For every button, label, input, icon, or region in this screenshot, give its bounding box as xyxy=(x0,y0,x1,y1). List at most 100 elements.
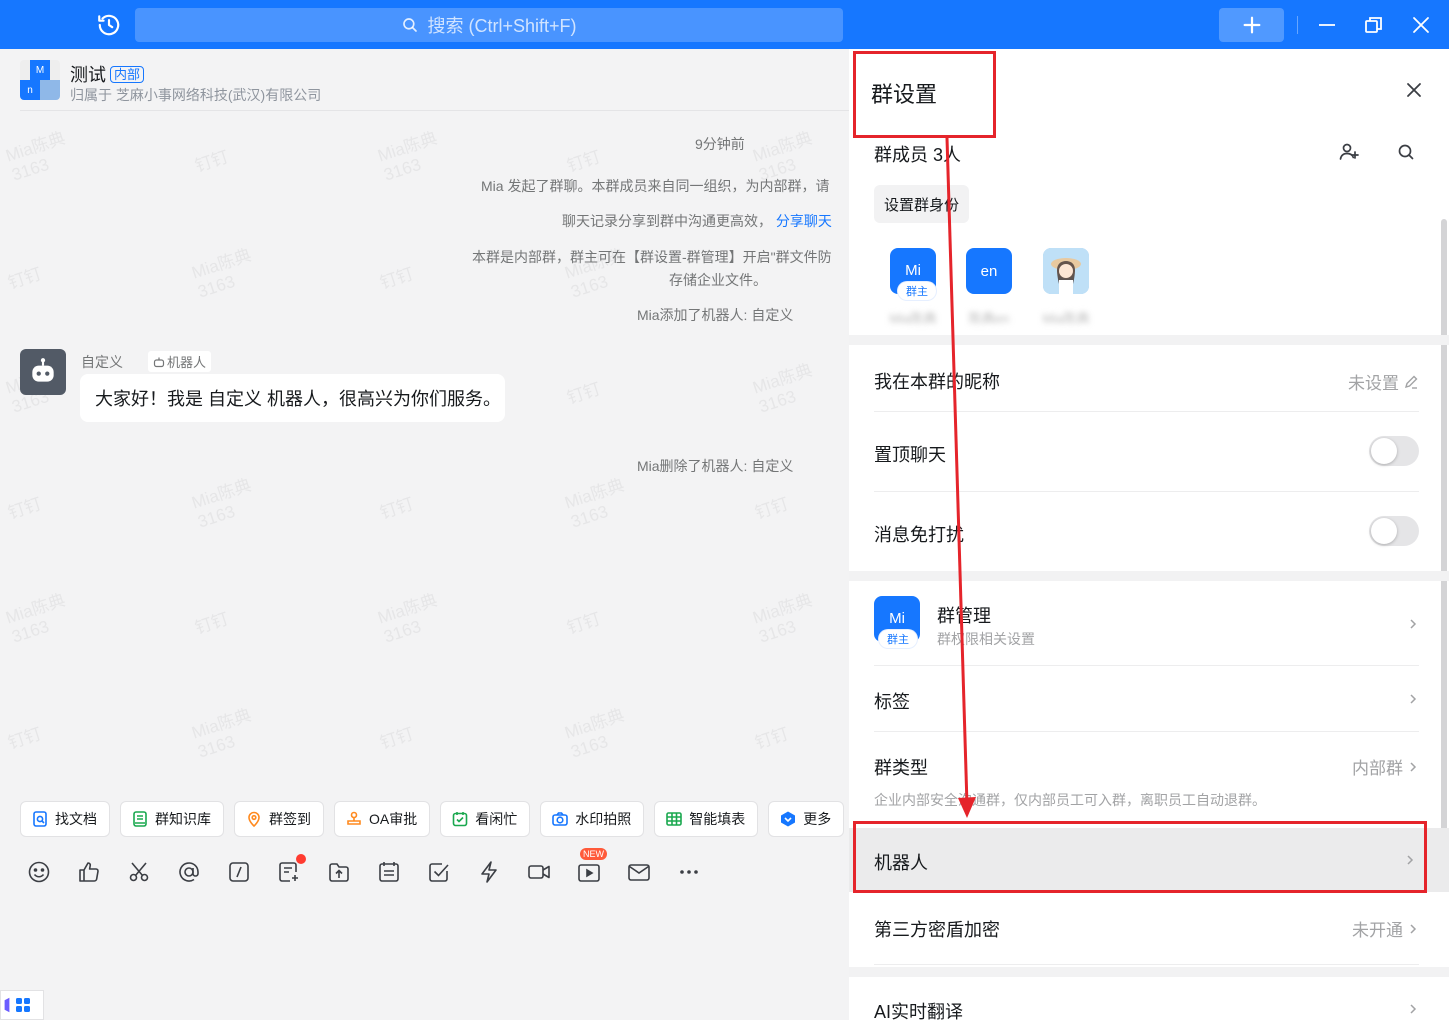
divider xyxy=(1297,16,1298,34)
close-window-icon[interactable] xyxy=(1410,14,1432,36)
approval-icon xyxy=(347,811,361,825)
watermark: 钉钉 xyxy=(377,264,416,293)
system-message: Mia删除了机器人: 自定义 xyxy=(637,458,794,474)
encrypt-value: 未开通 xyxy=(1352,921,1403,940)
quick-find-doc-button[interactable]: 找文档 xyxy=(20,801,110,837)
bot-avatar[interactable] xyxy=(20,349,66,395)
share-chat-link[interactable]: 分享聊天 xyxy=(776,213,832,229)
upload-file-icon[interactable] xyxy=(326,859,352,885)
scissors-icon[interactable] xyxy=(126,859,152,885)
search-placeholder: 搜索 (Ctrl+Shift+F) xyxy=(427,16,577,36)
minimize-icon[interactable] xyxy=(1316,14,1338,36)
knowledge-icon xyxy=(133,811,147,827)
watermark-text: 3163 xyxy=(568,271,611,302)
manage-desc: 群权限相关设置 xyxy=(937,631,1035,647)
mention-icon[interactable] xyxy=(176,859,202,885)
watermark-text: Mia陈典 xyxy=(189,475,254,513)
divider xyxy=(874,665,1419,666)
watermark: Mia陈典3163 xyxy=(3,590,74,647)
restore-icon[interactable] xyxy=(1363,14,1385,36)
member-name: Mia陈典 xyxy=(889,311,937,326)
watermark-text: Mia陈典 xyxy=(750,360,815,398)
watermark: 钉钉 xyxy=(5,494,44,523)
quick-smart-form-button[interactable]: 智能填表 xyxy=(654,801,759,837)
system-message: Mia添加了机器人: 自定义 xyxy=(637,307,794,323)
watermark-text: 3163 xyxy=(195,501,238,532)
chat-org: 归属于 芝麻小事网络科技(武汉)有限公司 xyxy=(70,87,322,103)
scrollbar[interactable] xyxy=(1441,219,1447,857)
group-manage-row[interactable]: Mi 群主 群管理 群权限相关设置 xyxy=(874,596,1419,654)
quick-actions: 找文档 群知识库 群签到 OA审批 看闲忙 水印拍照 智能填表 更多 xyxy=(20,801,845,837)
add-doc-icon[interactable] xyxy=(276,854,306,885)
quick-watermark-photo-button[interactable]: 水印拍照 xyxy=(540,801,645,837)
watermark: 钉钉 xyxy=(192,609,231,638)
chat-area: Mia陈典 3163 Mia陈典 3163 Mia陈典 3163 Mia陈典 3163 … xyxy=(0,49,849,1020)
quick-checkin-button[interactable]: 群签到 xyxy=(234,801,324,837)
search-member-icon[interactable] xyxy=(1395,141,1417,163)
quick-label: 群签到 xyxy=(269,811,311,827)
watermark-text: 3163 xyxy=(381,154,424,185)
live-icon[interactable]: NEW xyxy=(576,848,607,885)
task-icon[interactable] xyxy=(426,859,452,885)
member-item[interactable]: en 陈典en xyxy=(966,248,1012,326)
doc-search-icon xyxy=(33,811,47,827)
group-type-row[interactable]: 群类型 内部群 xyxy=(874,754,1419,780)
edit-icon[interactable] xyxy=(1403,374,1419,390)
quick-more-button[interactable]: 更多 xyxy=(768,801,845,837)
robot-row[interactable]: 机器人 xyxy=(849,828,1449,892)
workbench-shortcut[interactable] xyxy=(0,990,44,1020)
group-avatar[interactable]: M n xyxy=(20,60,60,100)
set-role-button[interactable]: 设置群身份 xyxy=(874,185,970,223)
ai-translate-row[interactable]: AI实时翻译 xyxy=(874,998,1419,1020)
bot-tag-label: 机器人 xyxy=(167,355,207,370)
add-member-icon[interactable] xyxy=(1338,141,1360,163)
emoji-icon[interactable] xyxy=(26,859,52,885)
title-bar: 搜索 (Ctrl+Shift+F) xyxy=(0,0,1449,49)
chat-title[interactable]: 测试 内部 xyxy=(70,61,145,87)
camera-icon xyxy=(552,812,569,826)
slash-command-icon[interactable] xyxy=(226,859,252,885)
tags-row[interactable]: 标签 xyxy=(874,688,1419,714)
section-divider xyxy=(849,967,1449,977)
quick-knowledge-button[interactable]: 群知识库 xyxy=(120,801,224,837)
chat-header: M n 测试 内部 归属于 芝麻小事网络科技(武汉)有限公司 xyxy=(20,59,849,111)
message-bubble[interactable]: 大家好！我是 自定义 机器人，很高兴为你们服务。 xyxy=(80,374,505,422)
global-search-input[interactable]: 搜索 (Ctrl+Shift+F) xyxy=(135,8,843,42)
thumbs-up-icon[interactable] xyxy=(76,859,102,885)
bot-tag: 机器人 xyxy=(148,351,212,372)
checkin-icon xyxy=(248,811,260,828)
search-icon xyxy=(403,18,418,32)
grid-icon xyxy=(16,998,30,1012)
chevron-right-icon xyxy=(1410,1004,1417,1014)
divider xyxy=(874,491,1419,492)
chat-name: 测试 xyxy=(70,65,106,85)
flash-icon[interactable] xyxy=(476,859,502,885)
member-item[interactable]: Mia陈典 xyxy=(1043,248,1089,326)
watermark: Mia陈典3163 xyxy=(189,475,260,532)
create-button[interactable] xyxy=(1219,8,1284,42)
encrypt-row[interactable]: 第三方密盾加密 未开通 xyxy=(874,916,1419,942)
history-icon[interactable] xyxy=(96,12,122,38)
divider xyxy=(874,731,1419,732)
member-avatar-text: en xyxy=(980,262,998,280)
system-message: Mia 发起了群聊。本群成员来自同一组织，为内部群，请 xyxy=(481,178,830,194)
member-item[interactable]: Mi 群主 Mia陈典 xyxy=(890,248,936,326)
encrypt-label: 第三方密盾加密 xyxy=(874,920,1000,940)
mute-toggle[interactable] xyxy=(1369,516,1419,546)
pin-chat-toggle[interactable] xyxy=(1369,436,1419,466)
quick-oa-button[interactable]: OA审批 xyxy=(334,801,431,837)
watermark-text: Mia陈典 xyxy=(3,128,68,166)
video-call-icon[interactable] xyxy=(526,859,552,885)
schedule-icon[interactable] xyxy=(376,859,402,885)
mail-icon[interactable] xyxy=(626,859,652,885)
watermark: Mia陈典3163 xyxy=(562,475,633,532)
owner-badge: 群主 xyxy=(898,282,936,300)
ai-icon xyxy=(4,997,10,1013)
watermark-text: Mia陈典 xyxy=(562,705,627,743)
close-icon[interactable] xyxy=(1403,79,1425,101)
more-icon[interactable] xyxy=(676,859,702,885)
quick-busy-button[interactable]: 看闲忙 xyxy=(440,801,531,837)
watermark-text: 3163 xyxy=(195,731,238,762)
quick-label: 群知识库 xyxy=(155,811,211,827)
nickname-row[interactable]: 我在本群的昵称 未设置 xyxy=(874,368,1419,394)
